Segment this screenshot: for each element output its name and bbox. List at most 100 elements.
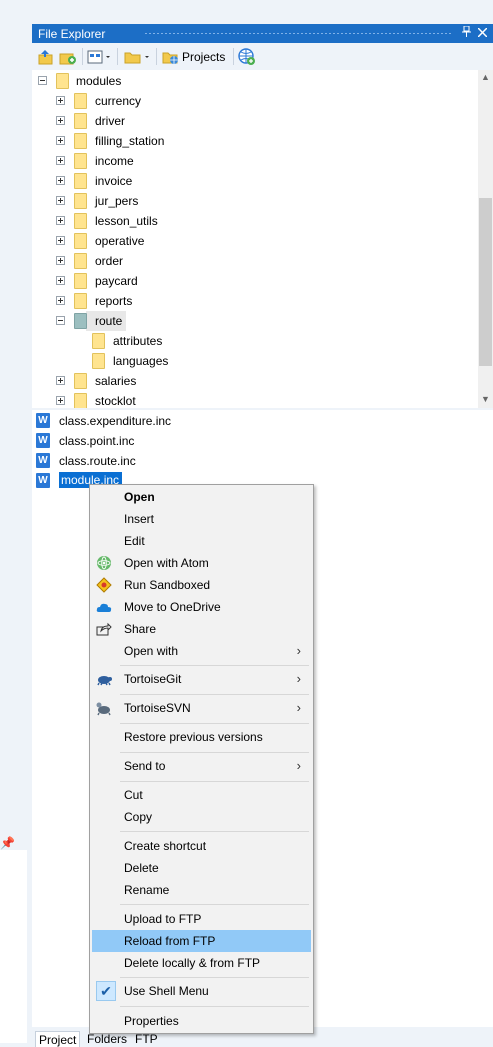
menu-item-edit[interactable]: Edit xyxy=(92,530,311,552)
projects-button[interactable]: Projects xyxy=(162,48,225,66)
tree-item[interactable]: filling_station xyxy=(32,131,478,151)
scroll-up-icon[interactable]: ▲ xyxy=(481,72,490,82)
menu-item-open-with[interactable]: Open with › xyxy=(92,640,311,662)
expand-icon[interactable] xyxy=(56,196,65,205)
folder-icon xyxy=(74,153,87,169)
menu-item-run-sandboxed[interactable]: Run Sandboxed xyxy=(92,574,311,596)
menu-item-tortoisesvn[interactable]: TortoiseSVN › xyxy=(92,697,311,719)
menu-item-label: Upload to FTP xyxy=(124,912,202,926)
expand-icon[interactable] xyxy=(56,256,65,265)
menu-item-open-with-atom[interactable]: Open with Atom xyxy=(92,552,311,574)
menu-item-tortoisegit[interactable]: TortoiseGit › xyxy=(92,668,311,690)
tree-scrollbar[interactable]: ▲ ▼ xyxy=(478,70,493,408)
tree-item-label: order xyxy=(95,254,124,268)
menu-item-rename[interactable]: Rename xyxy=(92,879,311,901)
tab-project[interactable]: Project xyxy=(35,1031,81,1047)
up-folder-icon[interactable] xyxy=(38,48,54,66)
tree-item[interactable]: salaries xyxy=(32,371,478,391)
toolbar-separator xyxy=(156,48,157,65)
menu-item-label: Insert xyxy=(124,512,155,526)
share-icon xyxy=(96,621,112,637)
menu-item-open[interactable]: Open xyxy=(92,486,311,508)
word-file-icon: W xyxy=(36,473,50,488)
tree-item-selected[interactable]: route xyxy=(32,311,478,331)
close-icon[interactable] xyxy=(477,26,488,40)
folder-icon xyxy=(74,293,87,309)
tree-item[interactable]: lesson_utils xyxy=(32,211,478,231)
view-mode-icon[interactable] xyxy=(87,48,113,66)
tree-item-label: jur_pers xyxy=(95,194,139,208)
scroll-thumb[interactable] xyxy=(479,198,492,366)
expand-icon[interactable] xyxy=(56,276,65,285)
folder-dropdown-icon[interactable] xyxy=(124,48,152,66)
menu-item-upload-to-ftp[interactable]: Upload to FTP xyxy=(92,908,311,930)
tree-item[interactable]: driver xyxy=(32,111,478,131)
tree-item[interactable]: invoice xyxy=(32,171,478,191)
tree-item[interactable]: attributes xyxy=(32,331,478,351)
submenu-arrow-icon: › xyxy=(296,671,301,686)
menu-item-label: TortoiseGit xyxy=(124,672,182,686)
new-folder-icon[interactable] xyxy=(59,48,77,66)
expand-icon[interactable] xyxy=(56,376,65,385)
menu-item-reload-from-ftp[interactable]: Reload from FTP xyxy=(92,930,311,952)
menu-separator xyxy=(120,1006,309,1007)
menu-item-label: Rename xyxy=(124,883,170,897)
menu-item-use-shell-menu[interactable]: ✔ Use Shell Menu xyxy=(92,980,311,1002)
menu-item-insert[interactable]: Insert xyxy=(92,508,311,530)
expand-icon[interactable] xyxy=(56,136,65,145)
menu-item-create-shortcut[interactable]: Create shortcut xyxy=(92,835,311,857)
onedrive-cloud-icon xyxy=(96,599,112,615)
expand-icon[interactable] xyxy=(56,96,65,105)
explorer-toolbar: Projects xyxy=(32,43,493,71)
tree-item[interactable]: languages xyxy=(32,351,478,371)
collapse-icon[interactable] xyxy=(56,316,65,325)
expand-icon[interactable] xyxy=(56,216,65,225)
folder-icon xyxy=(74,193,87,209)
menu-item-delete[interactable]: Delete xyxy=(92,857,311,879)
expand-icon[interactable] xyxy=(56,176,65,185)
folder-icon xyxy=(74,113,87,129)
menu-item-restore-previous-versions[interactable]: Restore previous versions xyxy=(92,726,311,748)
expand-icon[interactable] xyxy=(56,116,65,125)
tree-item-label: reports xyxy=(95,294,133,308)
tree-item[interactable]: reports xyxy=(32,291,478,311)
tree-item[interactable]: jur_pers xyxy=(32,191,478,211)
menu-item-move-to-onedrive[interactable]: Move to OneDrive xyxy=(92,596,311,618)
menu-item-label: TortoiseSVN xyxy=(124,701,191,715)
menu-item-properties[interactable]: Properties xyxy=(92,1010,311,1032)
collapse-icon[interactable] xyxy=(38,76,47,85)
expand-icon[interactable] xyxy=(56,156,65,165)
tree-item[interactable]: stocklot xyxy=(32,391,478,408)
menu-item-label: Reload from FTP xyxy=(124,934,216,948)
pin-icon[interactable] xyxy=(462,25,471,40)
tree-item[interactable]: income xyxy=(32,151,478,171)
tree-item[interactable]: currency xyxy=(32,91,478,111)
tree-item-label: salaries xyxy=(95,374,137,388)
folder-tree[interactable]: modules currency driver filling_station … xyxy=(32,70,478,408)
expand-icon[interactable] xyxy=(56,396,65,405)
tree-item[interactable]: order xyxy=(32,251,478,271)
menu-item-label: Delete locally & from FTP xyxy=(124,956,261,970)
ftp-globe-icon[interactable] xyxy=(238,48,256,66)
panel-title-bar[interactable]: File Explorer xyxy=(32,24,493,43)
menu-item-delete-locally-and-from-ftp[interactable]: Delete locally & from FTP xyxy=(92,952,311,974)
menu-item-cut[interactable]: Cut xyxy=(92,784,311,806)
menu-separator xyxy=(120,977,309,978)
menu-item-label: Run Sandboxed xyxy=(124,578,211,592)
left-panel-pin-close[interactable]: 📌 xyxy=(0,836,24,850)
expand-icon[interactable] xyxy=(56,236,65,245)
expand-icon[interactable] xyxy=(56,296,65,305)
scroll-down-icon[interactable]: ▼ xyxy=(481,394,490,404)
tree-root-row[interactable]: modules xyxy=(32,71,478,91)
folder-icon xyxy=(74,313,87,329)
pane-splitter[interactable] xyxy=(32,408,493,410)
menu-item-label: Create shortcut xyxy=(124,839,207,853)
menu-item-label: Properties xyxy=(124,1014,179,1028)
pin-icon[interactable]: 📌 xyxy=(0,836,15,850)
menu-item-send-to[interactable]: Send to › xyxy=(92,755,311,777)
menu-item-copy[interactable]: Copy xyxy=(92,806,311,828)
folder-icon xyxy=(56,73,69,89)
menu-item-share[interactable]: Share xyxy=(92,618,311,640)
tree-item[interactable]: operative xyxy=(32,231,478,251)
tree-item[interactable]: paycard xyxy=(32,271,478,291)
